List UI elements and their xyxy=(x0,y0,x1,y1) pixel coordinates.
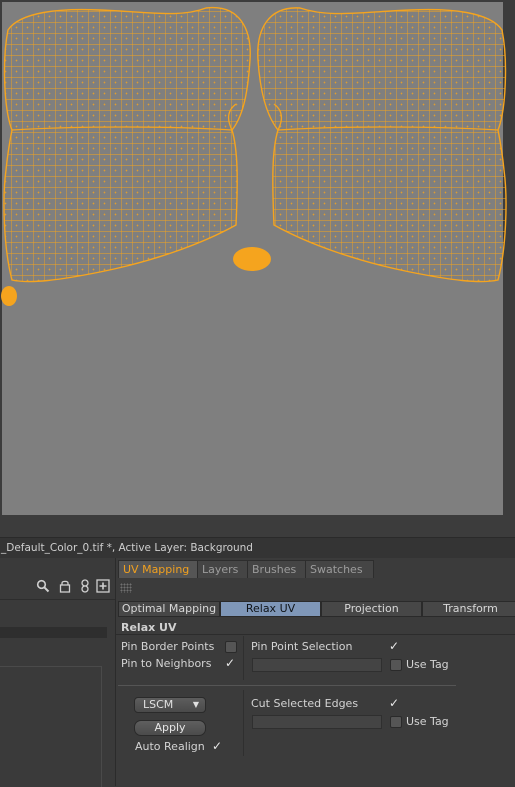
tab-uv-mapping[interactable]: UV Mapping xyxy=(118,560,201,578)
pin-point-selection-field[interactable] xyxy=(252,658,382,672)
uv-cluster-left xyxy=(1,286,17,306)
layer-row[interactable] xyxy=(0,627,107,638)
tab-swatches[interactable]: Swatches xyxy=(305,560,374,578)
uv-canvas[interactable] xyxy=(0,0,515,537)
cut-selected-edges-checkbox[interactable]: ✓ xyxy=(389,697,399,709)
use-tag-checkbox-2[interactable] xyxy=(390,716,402,728)
uv-cluster-center xyxy=(233,247,271,271)
left-panel xyxy=(0,558,116,787)
divider xyxy=(116,634,515,635)
uv-mapping-panel: UV Mapping Layers Brushes Swatches Optim… xyxy=(116,558,515,786)
auto-realign-checkbox[interactable]: ✓ xyxy=(212,740,222,752)
search-icon[interactable] xyxy=(36,579,50,593)
pin-border-points-label: Pin Border Points xyxy=(121,640,215,653)
pin-to-neighbors-label: Pin to Neighbors xyxy=(121,657,212,670)
chevron-down-icon: ▼ xyxy=(192,700,199,709)
use-tag-checkbox-1[interactable] xyxy=(390,659,402,671)
pin-to-neighbors-checkbox[interactable]: ✓ xyxy=(225,657,235,669)
status-bar-text: _Default_Color_0.tif *, Active Layer: Ba… xyxy=(1,542,253,554)
uv-island-top-right xyxy=(257,7,506,130)
column-divider xyxy=(243,636,244,680)
section-title: Relax UV xyxy=(121,621,177,634)
tab-layers[interactable]: Layers xyxy=(197,560,249,578)
uv-island-top-left xyxy=(4,7,251,130)
tab-brushes[interactable]: Brushes xyxy=(247,560,307,578)
method-dropdown[interactable]: LSCM ▼ xyxy=(134,697,206,713)
apply-button[interactable]: Apply xyxy=(134,720,206,736)
divider xyxy=(118,685,456,686)
subtab-projection[interactable]: Projection xyxy=(321,601,422,617)
link-icon[interactable] xyxy=(78,579,92,593)
grip-handle-icon[interactable] xyxy=(120,583,132,593)
left-toolbar xyxy=(0,576,115,596)
status-bar: _Default_Color_0.tif *, Active Layer: Ba… xyxy=(0,537,515,559)
subtab-relax-uv[interactable]: Relax UV xyxy=(220,601,321,617)
cut-selected-edges-field[interactable] xyxy=(252,715,382,729)
divider xyxy=(0,599,115,600)
auto-realign-label: Auto Realign xyxy=(135,740,205,753)
use-tag-label-1: Use Tag xyxy=(406,658,449,671)
method-dropdown-value: LSCM xyxy=(143,698,174,711)
use-tag-label-2: Use Tag xyxy=(406,715,449,728)
column-divider xyxy=(243,690,244,756)
cut-selected-edges-label: Cut Selected Edges xyxy=(251,697,359,710)
pin-point-selection-label: Pin Point Selection xyxy=(251,640,353,653)
subtab-optimal-mapping[interactable]: Optimal Mapping xyxy=(118,601,220,617)
add-layer-icon[interactable] xyxy=(96,579,110,593)
uv-viewport[interactable] xyxy=(0,0,515,537)
pin-border-points-checkbox[interactable] xyxy=(225,641,237,653)
layer-list[interactable] xyxy=(0,666,102,787)
pin-point-selection-checkbox[interactable]: ✓ xyxy=(389,640,399,652)
subtab-transform[interactable]: Transform xyxy=(422,601,515,617)
lock-icon[interactable] xyxy=(58,579,72,593)
